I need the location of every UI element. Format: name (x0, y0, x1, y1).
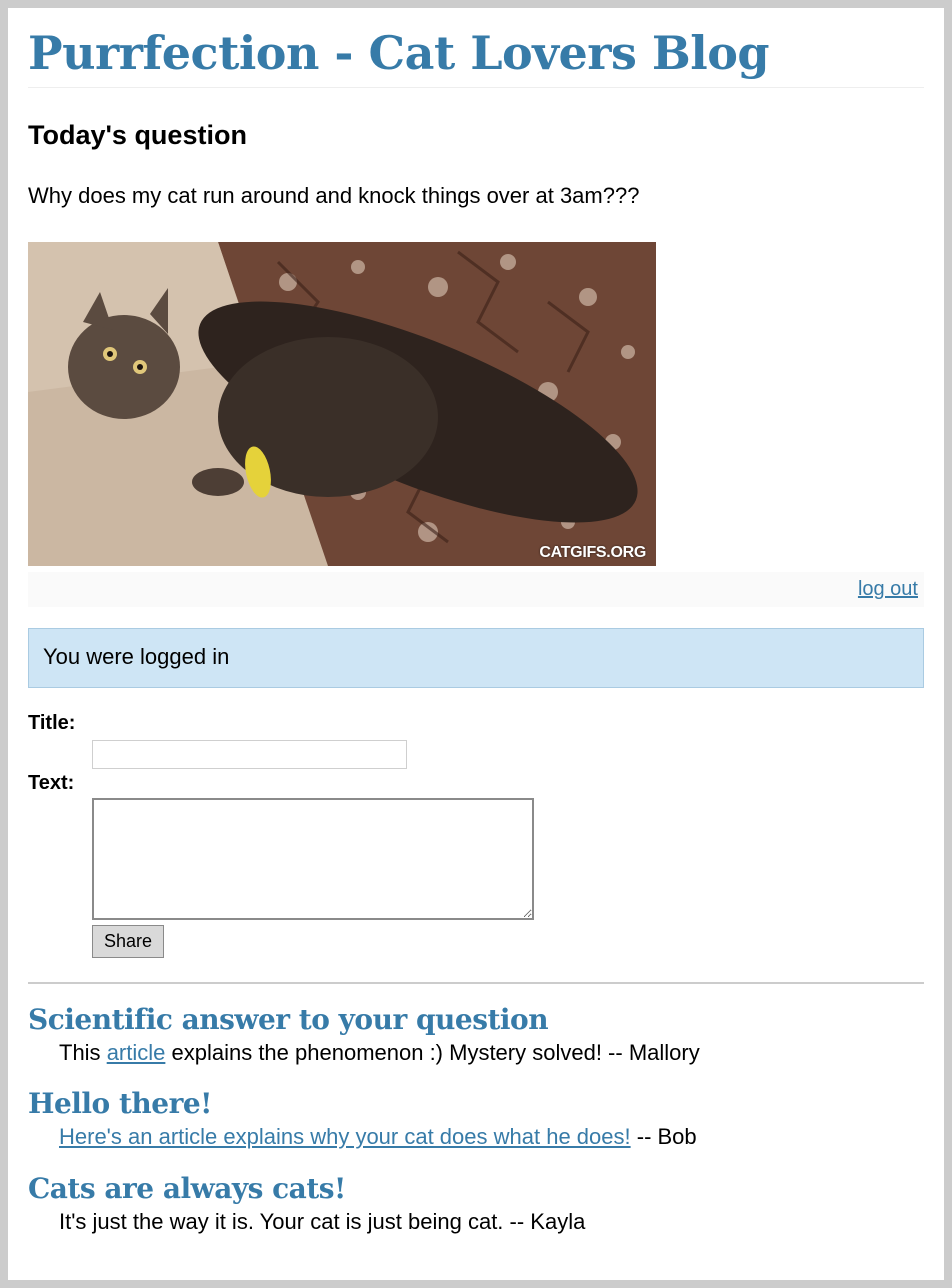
metanav-bar: log out (28, 572, 924, 607)
text-textarea[interactable] (92, 798, 534, 920)
site-title: Purrfection - Cat Lovers Blog (28, 26, 770, 80)
image-watermark: CATGIFS.ORG (539, 544, 646, 561)
entry-text: It's just the way it is. Your cat is jus… (59, 1209, 586, 1234)
entry-article-link[interactable]: Here's an article explains why your cat … (59, 1124, 631, 1149)
page: Purrfection - Cat Lovers Blog Today's qu… (8, 8, 944, 1280)
entries-divider (28, 982, 924, 984)
cat-gif-image: CATGIFS.ORG (28, 242, 656, 566)
text-label: Text: (28, 772, 75, 794)
share-button[interactable]: Share (92, 925, 164, 958)
question-text: Why does my cat run around and knock thi… (28, 183, 640, 208)
entry-title: Hello there! (28, 1087, 212, 1120)
entry-body: Here's an article explains why your cat … (59, 1124, 697, 1150)
title-label: Title: (28, 712, 76, 734)
entry-title: Cats are always cats! (28, 1172, 346, 1205)
entry-body: It's just the way it is. Your cat is jus… (59, 1209, 585, 1235)
flash-message: You were logged in (28, 628, 924, 688)
entry-text-post: -- Bob (630, 1124, 697, 1149)
entry-article-link[interactable]: article (107, 1040, 166, 1065)
question-heading: Today's question (28, 120, 247, 150)
entry-body: This article explains the phenomenon :) … (59, 1040, 700, 1066)
entry-text-pre: This (59, 1040, 107, 1065)
logout-link[interactable]: log out (858, 578, 918, 601)
title-underline (28, 87, 924, 88)
entry-text-post: explains the phenomenon :) Mystery solve… (165, 1040, 700, 1065)
entry-title: Scientific answer to your question (28, 1003, 549, 1036)
title-input[interactable] (92, 740, 407, 769)
